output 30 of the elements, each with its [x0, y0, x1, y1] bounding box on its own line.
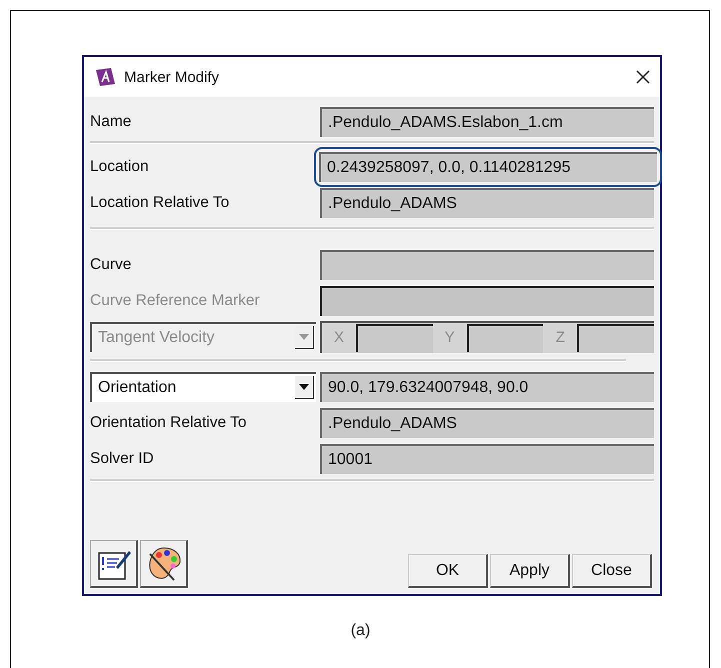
field-label: Name: [90, 112, 132, 130]
input-field[interactable]: [577, 324, 654, 352]
field-label: Curve Reference Marker: [90, 292, 261, 310]
axis-label: Y: [432, 322, 467, 352]
figure-caption: (a): [350, 622, 372, 640]
field-label: Curve: [90, 256, 132, 274]
text-field[interactable]: 10001: [320, 444, 654, 474]
field-label: Solver ID: [90, 450, 155, 468]
text-field[interactable]: .Pendulo_ADAMS: [320, 408, 654, 438]
dialog-button[interactable]: OK: [408, 554, 488, 588]
palette-icon[interactable]: [140, 540, 188, 588]
input-field[interactable]: [466, 324, 544, 352]
field-label: Location: [90, 158, 150, 176]
dialog-button[interactable]: Apply: [490, 554, 570, 588]
field-label: Orientation Relative To: [90, 414, 248, 432]
text-field[interactable]: .Pendulo_ADAMS.Eslabon_1.cm: [320, 106, 654, 136]
window-title: Marker Modify: [124, 68, 220, 86]
notes-icon[interactable]: [90, 540, 138, 588]
dropdown[interactable]: Orientation: [90, 372, 316, 402]
text-field[interactable]: 0.2439258097, 0.0, 0.1140281295: [319, 152, 657, 182]
close-icon[interactable]: [636, 70, 650, 84]
text-field[interactable]: 90.0, 179.6324007948, 90.0: [320, 372, 654, 402]
dialog-button[interactable]: Close: [572, 554, 652, 588]
text-field[interactable]: .Pendulo_ADAMS: [320, 188, 654, 218]
field-label: Location Relative To: [90, 194, 230, 212]
app-logo-icon: [94, 67, 116, 87]
input-field[interactable]: [356, 324, 433, 352]
axis-label: X: [322, 322, 356, 352]
text-field[interactable]: [320, 250, 654, 280]
axis-label: Z: [543, 322, 578, 352]
